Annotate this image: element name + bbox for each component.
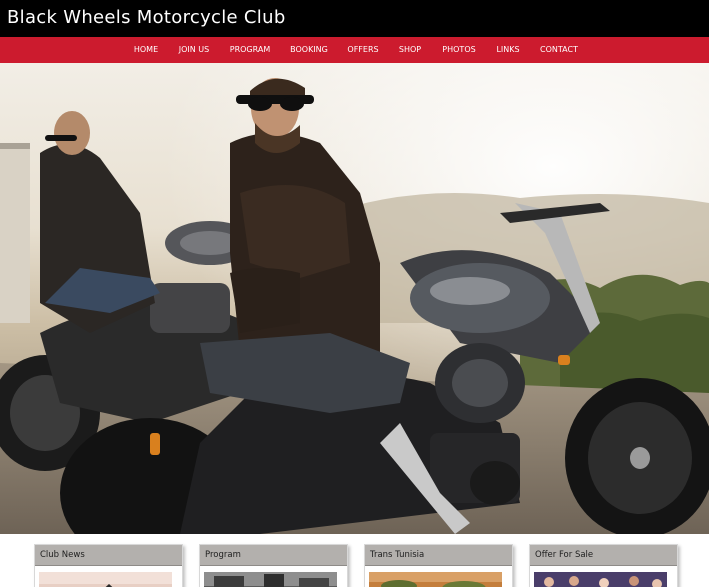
card-program[interactable]: Program — [199, 544, 348, 587]
nav-program[interactable]: PROGRAM — [230, 37, 271, 63]
bike-rider-photo[interactable] — [39, 572, 172, 587]
desert-photo[interactable] — [369, 572, 502, 587]
nav-home[interactable]: HOME — [134, 37, 158, 63]
card-trans-tunisia[interactable]: Trans Tunisia — [364, 544, 513, 587]
site-header: Black Wheels Motorcycle Club — [0, 0, 709, 37]
card-title[interactable]: Program — [200, 545, 347, 566]
card-title[interactable]: Club News — [35, 545, 182, 566]
card-title[interactable]: Trans Tunisia — [365, 545, 512, 566]
nav-links[interactable]: LINKS — [496, 37, 519, 63]
hero-photo — [0, 63, 709, 534]
feature-cards: Club News Program Trans Tunisia Offer Fo… — [0, 534, 709, 587]
site-title[interactable]: Black Wheels Motorcycle Club — [7, 7, 286, 28]
hero-image — [0, 63, 709, 534]
street-photo[interactable] — [204, 572, 337, 587]
main-nav: HOME JOIN US PROGRAM BOOKING OFFERS SHOP… — [0, 37, 709, 63]
nav-offers[interactable]: OFFERS — [347, 37, 378, 63]
card-club-news[interactable]: Club News — [34, 544, 183, 587]
card-offer-for-sale[interactable]: Offer For Sale — [529, 544, 678, 587]
card-title[interactable]: Offer For Sale — [530, 545, 677, 566]
crowd-photo[interactable] — [534, 572, 667, 587]
nav-contact[interactable]: CONTACT — [540, 37, 578, 63]
nav-photos[interactable]: PHOTOS — [442, 37, 475, 63]
nav-join-us[interactable]: JOIN US — [179, 37, 209, 63]
nav-booking[interactable]: BOOKING — [290, 37, 328, 63]
nav-shop[interactable]: SHOP — [399, 37, 421, 63]
